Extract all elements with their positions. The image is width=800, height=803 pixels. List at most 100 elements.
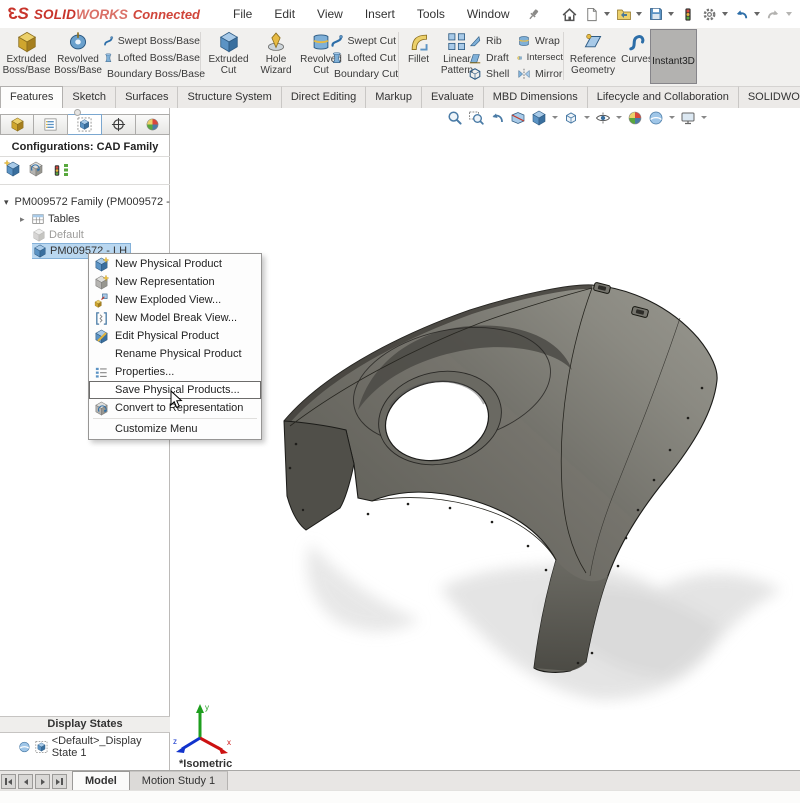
swept-cut-button[interactable]: Swept Cut [330, 33, 396, 50]
view-orientation-dropdown[interactable] [552, 116, 558, 119]
settings-dropdown[interactable] [722, 12, 728, 16]
redo-icon[interactable] [763, 4, 785, 24]
model-tab[interactable]: Model [72, 771, 130, 791]
tab-sketch[interactable]: Sketch [63, 86, 116, 108]
lifecycle-icon[interactable] [677, 4, 699, 24]
menu-tools[interactable]: Tools [406, 7, 456, 21]
convert-to-representation-icon [93, 400, 109, 416]
view-settings-dropdown[interactable] [701, 116, 707, 119]
last-study-button[interactable] [52, 774, 67, 789]
intersect-button[interactable]: Intersect [517, 50, 563, 67]
hide-show-dropdown[interactable] [616, 116, 622, 119]
settings-gear-icon[interactable] [699, 4, 721, 24]
display-state-item[interactable]: <Default>_Display State 1 [18, 735, 169, 759]
3d-model-part[interactable] [240, 258, 800, 710]
open-dropdown[interactable] [636, 12, 642, 16]
swept-boss-base-button[interactable]: Swept Boss/Base [103, 33, 200, 50]
revolved-boss-base-button[interactable]: Revolved Boss/Base [52, 31, 104, 83]
open-icon[interactable] [613, 4, 635, 24]
menu-item-new-representation[interactable]: New Representation [89, 273, 261, 291]
fillet-button[interactable]: Fillet [402, 31, 435, 83]
menu-edit[interactable]: Edit [263, 7, 306, 21]
menu-file[interactable]: File [222, 7, 263, 21]
menu-item-new-physical-product[interactable]: New Physical Product [89, 255, 261, 273]
expand-arrow-icon[interactable]: ▾ [4, 197, 9, 208]
section-view-icon[interactable] [509, 109, 527, 126]
previous-study-button[interactable] [18, 774, 33, 789]
menu-item-customize-menu[interactable]: Customize Menu [89, 420, 261, 438]
tree-item-family-root[interactable]: ▾ PM009572 Family (PM009572 - LH [4, 194, 172, 210]
menu-insert[interactable]: Insert [354, 7, 406, 21]
menu-item-edit-physical-product[interactable]: Edit Physical Product [89, 327, 261, 345]
instant3d-button[interactable]: Instant3D [650, 29, 697, 84]
menu-item-new-model-break-view[interactable]: New Model Break View... [89, 309, 261, 327]
undo-dropdown[interactable] [754, 12, 760, 16]
menu-view[interactable]: View [306, 7, 354, 21]
tab-configuration-manager-icon[interactable] [68, 114, 102, 135]
wrap-intersect-mirror-stack: Wrap Intersect Mirror [517, 33, 563, 83]
draft-button[interactable]: Draft [468, 50, 516, 67]
menu-window[interactable]: Window [456, 7, 521, 21]
tab-lifecycle-collaboration[interactable]: Lifecycle and Collaboration [588, 86, 739, 108]
curves-button[interactable]: Curves [620, 31, 654, 83]
zoom-to-area-icon[interactable] [467, 109, 485, 126]
hole-wizard-button[interactable]: Hole Wizard [254, 31, 298, 83]
apply-scene-icon[interactable] [647, 109, 665, 126]
previous-view-icon[interactable] [488, 109, 506, 126]
tab-solidworks-addins[interactable]: SOLIDWORKS Add-Ins [739, 86, 800, 108]
shell-button[interactable]: Shell [468, 66, 516, 83]
convert-to-representation-icon[interactable] [28, 161, 44, 180]
boundary-boss-base-button[interactable]: Boundary Boss/Base [103, 66, 200, 83]
pin-menubar-icon[interactable] [523, 4, 545, 24]
wrap-button[interactable]: Wrap [517, 33, 563, 50]
new-physical-product-icon[interactable] [5, 161, 21, 180]
apply-scene-dropdown[interactable] [669, 116, 675, 119]
tab-structure-system[interactable]: Structure System [178, 86, 281, 108]
hide-show-items-icon[interactable] [594, 109, 612, 126]
mirror-button[interactable]: Mirror [517, 66, 563, 83]
tab-evaluate[interactable]: Evaluate [422, 86, 484, 108]
tab-features[interactable]: Features [0, 86, 63, 108]
reference-geometry-button[interactable]: Reference Geometry [567, 31, 619, 83]
next-study-button[interactable] [35, 774, 50, 789]
edit-appearance-icon[interactable] [626, 109, 644, 126]
undo-icon[interactable] [731, 4, 753, 24]
extruded-cut-button[interactable]: Extruded Cut [205, 31, 252, 83]
tab-markup[interactable]: Markup [366, 86, 422, 108]
tab-dimxpert-icon[interactable] [102, 114, 136, 135]
new-document-dropdown[interactable] [604, 12, 610, 16]
view-orientation-icon[interactable] [530, 109, 548, 126]
display-style-icon[interactable] [562, 109, 580, 126]
model-left-flap[interactable] [284, 421, 354, 530]
display-style-dropdown[interactable] [584, 116, 590, 119]
menu-item-properties[interactable]: Properties... [89, 363, 261, 381]
collapse-arrow-icon[interactable]: ▸ [20, 214, 28, 225]
lofted-boss-base-button[interactable]: Lofted Boss/Base [103, 50, 200, 67]
menu-item-rename-physical-product[interactable]: Rename Physical Product [89, 345, 261, 363]
motion-study-tab[interactable]: Motion Study 1 [130, 771, 228, 791]
menu-item-new-exploded-view[interactable]: New Exploded View... [89, 291, 261, 309]
save-icon[interactable] [645, 4, 667, 24]
panel-collapse-grip[interactable] [74, 109, 81, 116]
extruded-boss-base-button[interactable]: Extruded Boss/Base [3, 31, 50, 83]
new-document-icon[interactable] [581, 4, 603, 24]
tab-mbd-dimensions[interactable]: MBD Dimensions [484, 86, 588, 108]
lifecycle-states-icon[interactable] [51, 163, 69, 178]
tab-surfaces[interactable]: Surfaces [116, 86, 178, 108]
tab-feature-tree-icon[interactable] [34, 114, 68, 135]
rib-button[interactable]: Rib [468, 33, 516, 50]
first-study-button[interactable] [1, 774, 16, 789]
tab-part-icon[interactable] [0, 114, 34, 135]
view-settings-icon[interactable] [679, 109, 697, 126]
3ds-mark: 3 [8, 4, 17, 24]
save-dropdown[interactable] [668, 12, 674, 16]
tree-item-default[interactable]: Default [32, 227, 200, 243]
tab-display-manager-icon[interactable] [136, 114, 170, 135]
tree-item-tables[interactable]: ▸ Tables [20, 211, 188, 227]
boundary-cut-button[interactable]: Boundary Cut [330, 66, 396, 83]
zoom-to-fit-icon[interactable] [446, 109, 464, 126]
redo-dropdown[interactable] [786, 12, 792, 16]
home-icon[interactable] [559, 4, 581, 24]
lofted-cut-button[interactable]: Lofted Cut [330, 50, 396, 67]
tab-direct-editing[interactable]: Direct Editing [282, 86, 366, 108]
